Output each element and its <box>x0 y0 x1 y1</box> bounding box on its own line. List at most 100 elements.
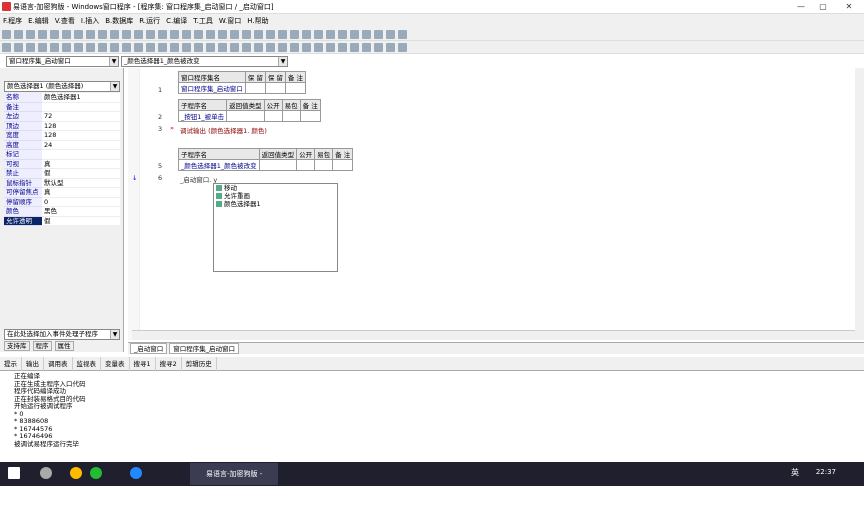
toolbar-button-icon[interactable] <box>98 30 107 39</box>
toolbar-button-icon[interactable] <box>26 43 35 52</box>
toolbar-button-icon[interactable] <box>278 43 287 52</box>
property-value[interactable]: 真 <box>42 159 120 169</box>
property-value[interactable]: 128 <box>42 131 120 141</box>
toolbar-button-icon[interactable] <box>386 30 395 39</box>
toolbar-button-icon[interactable] <box>278 30 287 39</box>
menu-item[interactable]: E.编辑 <box>25 14 52 28</box>
toolbar-button-icon[interactable] <box>230 30 239 39</box>
toolbar-button-icon[interactable] <box>2 43 11 52</box>
property-value[interactable] <box>42 150 120 160</box>
toolbar-button-icon[interactable] <box>206 30 215 39</box>
left-tab[interactable]: 支持库 <box>4 341 30 351</box>
toolbar-button-icon[interactable] <box>242 30 251 39</box>
toolbar-button-icon[interactable] <box>86 43 95 52</box>
toolbar-button-icon[interactable] <box>38 43 47 52</box>
toolbar-button-icon[interactable] <box>110 30 119 39</box>
property-row[interactable]: 停留顺序 0 <box>4 197 120 207</box>
property-value[interactable]: 黑色 <box>42 207 120 217</box>
event-combo[interactable]: 在此处选择加入事件处理子程序 ▼ <box>4 329 120 340</box>
property-row[interactable]: 高度 24 <box>4 140 120 150</box>
toolbar-button-icon[interactable] <box>74 30 83 39</box>
toolbar-button-icon[interactable] <box>14 30 23 39</box>
toolbar-button-icon[interactable] <box>170 43 179 52</box>
property-row[interactable]: 可停留焦点真 <box>4 188 120 198</box>
folder-icon[interactable] <box>70 467 82 479</box>
property-row[interactable]: 颜色 黑色 <box>4 207 120 217</box>
property-row[interactable]: 禁止假 <box>4 169 120 179</box>
toolbar-button-icon[interactable] <box>326 30 335 39</box>
output-tab[interactable]: 调用表 <box>44 357 73 371</box>
property-row[interactable]: 宽度 128 <box>4 131 120 141</box>
autocomplete-item[interactable]: 移动 <box>214 184 337 192</box>
browser-icon[interactable] <box>130 467 142 479</box>
property-row[interactable]: 名称 颜色选择器1 <box>4 93 120 103</box>
toolbar-button-icon[interactable] <box>98 43 107 52</box>
menu-item[interactable]: F.程序 <box>0 14 25 28</box>
property-value[interactable]: 128 <box>42 121 120 131</box>
output-tab[interactable]: 剪辑历史 <box>182 357 217 371</box>
toolbar-button-icon[interactable] <box>170 30 179 39</box>
toolbar-button-icon[interactable] <box>14 43 23 52</box>
toolbar-button-icon[interactable] <box>374 30 383 39</box>
property-value[interactable] <box>42 102 120 112</box>
menu-item[interactable]: V.查看 <box>52 14 78 28</box>
editor-tab[interactable]: _启动窗口 <box>130 343 168 354</box>
property-row[interactable]: 左边 72 <box>4 112 120 122</box>
autocomplete-popup[interactable]: 移动 允许重画 颜色选择器1 <box>213 183 338 272</box>
toolbar-button-icon[interactable] <box>194 30 203 39</box>
toolbar-button-icon[interactable] <box>230 43 239 52</box>
editor-tab[interactable]: 窗口程序集_启动窗口 <box>169 343 239 354</box>
property-value[interactable]: 24 <box>42 140 120 150</box>
toolbar-button-icon[interactable] <box>254 43 263 52</box>
output-tab[interactable]: 监视表 <box>73 357 101 371</box>
output-tab[interactable]: 搜寻1 <box>130 357 156 371</box>
menu-item[interactable]: I.插入 <box>78 14 102 28</box>
toolbar-button-icon[interactable] <box>254 30 263 39</box>
toolbar-button-icon[interactable] <box>86 30 95 39</box>
class-combo[interactable]: 窗口程序集_启动窗口 ▼ <box>6 56 119 67</box>
toolbar-button-icon[interactable] <box>194 43 203 52</box>
search-icon[interactable] <box>40 467 52 479</box>
output-tab[interactable]: 提示 <box>0 357 22 371</box>
toolbar-button-icon[interactable] <box>362 30 371 39</box>
maximize-icon[interactable]: ▢ <box>816 1 830 13</box>
property-row[interactable]: 可视真 <box>4 159 120 169</box>
toolbar-button-icon[interactable] <box>62 30 71 39</box>
taskbar-app-yiyuyan[interactable]: 易语言-加密狗版 - Wi... <box>190 463 278 500</box>
toolbar-button-icon[interactable] <box>146 43 155 52</box>
property-value[interactable]: 假 <box>42 216 120 226</box>
toolbar-button-icon[interactable] <box>302 30 311 39</box>
wechat-icon[interactable] <box>90 467 102 479</box>
menu-item[interactable]: B.数据库 <box>102 14 136 28</box>
toolbar-button-icon[interactable] <box>398 30 407 39</box>
minimize-icon[interactable]: — <box>794 1 808 13</box>
toolbar-button-icon[interactable] <box>398 43 407 52</box>
output-tab[interactable]: 输出 <box>22 357 44 371</box>
left-tab[interactable]: 程序 <box>32 341 52 351</box>
menu-item[interactable]: W.窗口 <box>216 14 244 28</box>
toolbar-button-icon[interactable] <box>266 43 275 52</box>
property-row[interactable]: 标记 <box>4 150 120 160</box>
editor-vscroll[interactable] <box>855 68 864 340</box>
output-tab[interactable]: 搜寻2 <box>156 357 182 371</box>
toolbar-button-icon[interactable] <box>374 43 383 52</box>
toolbar-button-icon[interactable] <box>158 30 167 39</box>
toolbar-button-icon[interactable] <box>2 30 11 39</box>
editor-hscroll[interactable] <box>132 330 855 340</box>
close-icon[interactable]: ✕ <box>842 1 856 13</box>
toolbar-button-icon[interactable] <box>122 43 131 52</box>
property-row[interactable]: 鼠标指针 默认型 <box>4 178 120 188</box>
toolbar-button-icon[interactable] <box>206 43 215 52</box>
toolbar-button-icon[interactable] <box>134 43 143 52</box>
method-combo[interactable]: _颜色选择器1_颜色被改变 ▼ <box>121 56 288 67</box>
menu-item[interactable]: H.帮助 <box>244 14 271 28</box>
property-value[interactable]: 真 <box>42 188 120 198</box>
toolbar-button-icon[interactable] <box>38 30 47 39</box>
output-tab[interactable]: 变量表 <box>101 357 130 371</box>
toolbar-button-icon[interactable] <box>26 30 35 39</box>
toolbar-button-icon[interactable] <box>110 43 119 52</box>
toolbar-button-icon[interactable] <box>314 30 323 39</box>
toolbar-button-icon[interactable] <box>218 30 227 39</box>
toolbar-button-icon[interactable] <box>134 30 143 39</box>
toolbar-button-icon[interactable] <box>338 30 347 39</box>
